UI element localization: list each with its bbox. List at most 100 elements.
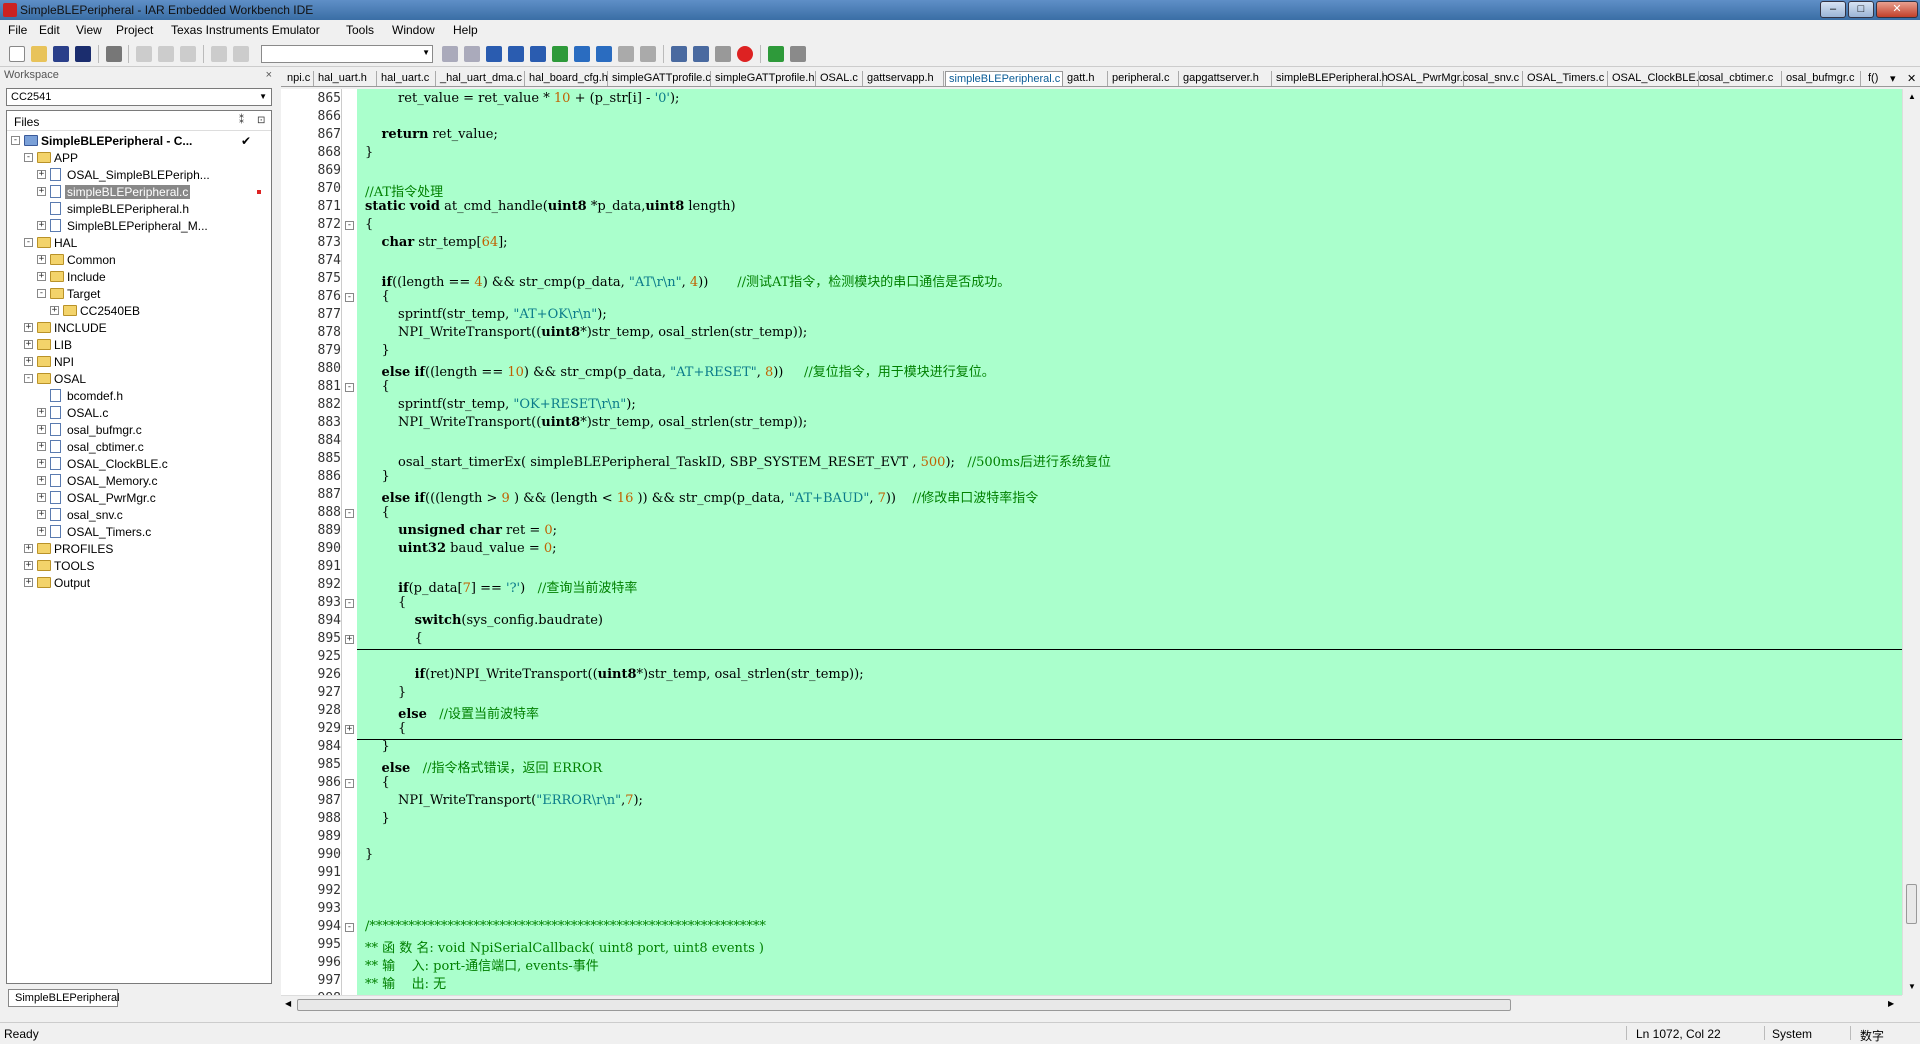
editor-tab[interactable]: OSAL.c (817, 71, 863, 86)
editor-tab[interactable]: hal_uart.c (378, 71, 436, 86)
navigate-back-icon[interactable] (618, 46, 634, 62)
editor-tab[interactable]: OSAL_Timers.c (1524, 71, 1608, 86)
expand-icon[interactable]: + (37, 170, 46, 179)
maximize-button[interactable]: □ (1848, 1, 1874, 18)
tree-project[interactable]: - SimpleBLEPeripheral - C... ✔ (7, 133, 271, 150)
scroll-up-icon[interactable]: ▲ (1908, 92, 1916, 101)
collapse-icon[interactable]: - (37, 289, 46, 298)
expand-icon[interactable]: + (37, 425, 46, 434)
tab-list-icon[interactable]: ▾ (1890, 72, 1896, 85)
expand-icon[interactable]: + (37, 408, 46, 417)
tree-folder[interactable]: - OSAL (7, 371, 271, 388)
download-debug-icon[interactable] (768, 46, 784, 62)
tree-file[interactable]: + OSAL_SimpleBLEPeriph... (7, 167, 271, 184)
editor-tab[interactable]: OSAL_PwrMgr.c (1384, 71, 1468, 86)
menu-project[interactable]: Project (116, 23, 153, 37)
expand-icon[interactable]: + (24, 561, 33, 570)
expand-icon[interactable]: + (24, 323, 33, 332)
expand-icon[interactable]: + (37, 442, 46, 451)
tree-file[interactable]: bcomdef.h (7, 388, 271, 405)
expand-icon[interactable]: + (37, 221, 46, 230)
tree-folder[interactable]: + Common (7, 252, 271, 269)
menu-ti-emulator[interactable]: Texas Instruments Emulator (171, 23, 320, 37)
tree-folder[interactable]: + Include (7, 269, 271, 286)
overview-icon[interactable]: ⊡ (257, 115, 265, 126)
fold-collapse-icon[interactable]: - (345, 221, 354, 230)
tree-file[interactable]: + OSAL_Timers.c (7, 524, 271, 541)
open-folder-icon[interactable] (31, 46, 47, 62)
find-prev-icon[interactable] (464, 46, 480, 62)
replace-icon[interactable] (508, 46, 524, 62)
save-all-icon[interactable] (75, 46, 91, 62)
expand-icon[interactable]: + (37, 476, 46, 485)
editor-tab[interactable]: hal_uart.h (315, 71, 377, 86)
fold-collapse-icon[interactable]: - (345, 293, 354, 302)
horizontal-scroll-thumb[interactable] (297, 999, 1511, 1011)
editor-tab[interactable]: npi.c (284, 71, 314, 86)
next-bookmark-icon[interactable] (596, 46, 612, 62)
workspace-tab[interactable]: SimpleBLEPeripheral (8, 989, 120, 1007)
new-file-icon[interactable] (9, 46, 25, 62)
expand-icon[interactable]: + (37, 272, 46, 281)
editor-tab[interactable]: osal_cbtimer.c (1700, 71, 1782, 86)
close-window-button[interactable]: ✕ (1876, 1, 1918, 18)
expand-icon[interactable]: + (37, 459, 46, 468)
save-icon[interactable] (53, 46, 69, 62)
horizontal-scrollbar[interactable]: ◀ ▶ (281, 995, 1902, 1013)
print-icon[interactable] (106, 46, 122, 62)
prev-bookmark-icon[interactable] (574, 46, 590, 62)
tree-file[interactable]: simpleBLEPeripheral.h (7, 201, 271, 218)
collapse-icon[interactable]: - (11, 136, 20, 145)
tree-file[interactable]: + OSAL_PwrMgr.c (7, 490, 271, 507)
find-in-files-icon[interactable] (486, 46, 502, 62)
tree-file[interactable]: + osal_bufmgr.c (7, 422, 271, 439)
minimize-button[interactable]: – (1820, 1, 1846, 18)
compile-icon[interactable] (671, 46, 687, 62)
configuration-select[interactable]: CC2541 ▼ (6, 88, 272, 106)
goto-icon[interactable] (530, 46, 546, 62)
menu-view[interactable]: View (76, 23, 102, 37)
stop-build-icon[interactable] (715, 46, 731, 62)
editor-tab[interactable]: gatt.h (1064, 71, 1108, 86)
menu-tools[interactable]: Tools (346, 23, 374, 37)
cut-icon[interactable] (136, 46, 152, 62)
scroll-left-icon[interactable]: ◀ (285, 999, 291, 1008)
toggle-bookmark-icon[interactable] (552, 46, 568, 62)
editor-tab[interactable]: _hal_uart_dma.c (437, 71, 525, 86)
redo-icon[interactable] (233, 46, 249, 62)
expand-icon[interactable]: + (37, 187, 46, 196)
fold-collapse-icon[interactable]: - (345, 923, 354, 932)
tree-folder[interactable]: - Target (7, 286, 271, 303)
navigate-forward-icon[interactable] (640, 46, 656, 62)
editor-tab[interactable]: gattservapp.h (864, 71, 944, 86)
editor-tab[interactable]: hal_board_cfg.h (526, 71, 608, 86)
tree-folder[interactable]: - APP (7, 150, 271, 167)
editor-tab[interactable]: OSAL_ClockBLE.c (1609, 71, 1704, 86)
collapse-icon[interactable]: - (24, 238, 33, 247)
copy-icon[interactable] (158, 46, 174, 62)
expand-icon[interactable]: + (24, 340, 33, 349)
close-icon[interactable]: × (266, 69, 272, 81)
make-icon[interactable] (693, 46, 709, 62)
editor-tab[interactable]: simpleGATTprofile.c (609, 71, 711, 86)
tree-folder[interactable]: + LIB (7, 337, 271, 354)
tree-file[interactable]: + OSAL_Memory.c (7, 473, 271, 490)
vertical-scroll-thumb[interactable] (1906, 884, 1917, 924)
tree-file[interactable]: + SimpleBLEPeripheral_M... (7, 218, 271, 235)
tree-folder[interactable]: + TOOLS (7, 558, 271, 575)
menu-file[interactable]: File (8, 23, 27, 37)
tree-file[interactable]: + osal_cbtimer.c (7, 439, 271, 456)
collapse-icon[interactable]: - (24, 153, 33, 162)
expand-icon[interactable]: + (24, 357, 33, 366)
fold-collapse-icon[interactable]: - (345, 509, 354, 518)
expand-icon[interactable]: + (37, 493, 46, 502)
editor-tab[interactable]: simpleBLEPeripheral.h (1273, 71, 1388, 86)
chevron-down-icon[interactable]: ▼ (259, 92, 267, 101)
editor-tab[interactable]: peripheral.c (1109, 71, 1179, 86)
expand-icon[interactable]: + (24, 578, 33, 587)
tree-folder[interactable]: + PROFILES (7, 541, 271, 558)
fold-collapse-icon[interactable]: - (345, 599, 354, 608)
editor-tab[interactable]: simpleBLEPeripheral.c (945, 71, 1063, 86)
close-tab-icon[interactable]: ✕ (1907, 72, 1916, 85)
tree-folder[interactable]: + NPI (7, 354, 271, 371)
